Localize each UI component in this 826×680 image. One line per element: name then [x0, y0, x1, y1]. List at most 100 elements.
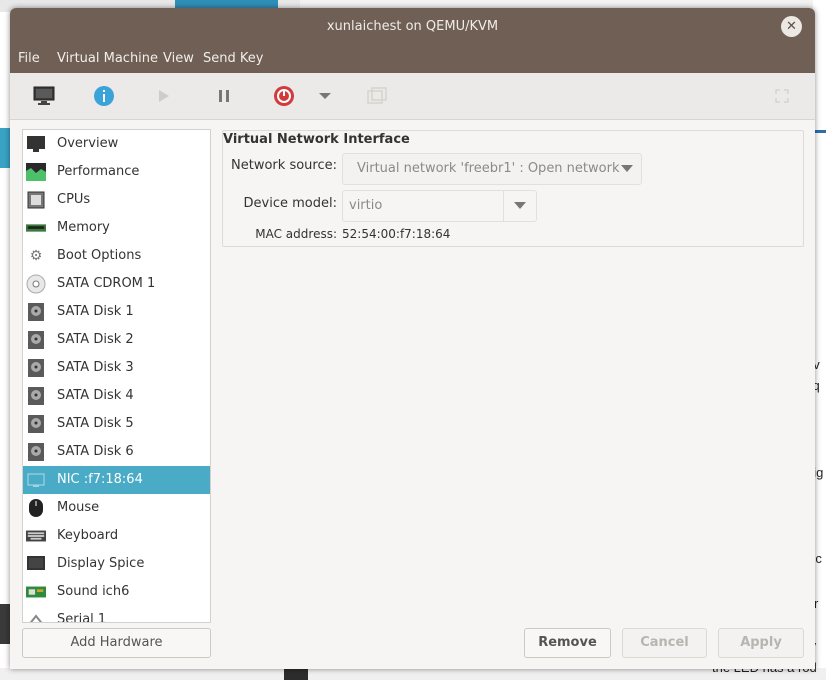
device-model-value: virtio	[349, 198, 383, 213]
chart-icon	[26, 162, 46, 182]
sidebar-item-label: SATA Disk 1	[57, 304, 134, 319]
monitor-icon	[26, 134, 46, 154]
device-model-combo[interactable]: virtio	[342, 190, 537, 222]
cancel-button[interactable]: Cancel	[622, 628, 707, 658]
sidebar-item-sata-cdrom-1[interactable]: SATA CDROM 1	[23, 270, 210, 298]
nic-details-panel: Virtual Network Interface Network source…	[222, 130, 804, 247]
sidebar-item-label: Display Spice	[57, 556, 145, 571]
sidebar-item-label: Memory	[57, 220, 110, 235]
sidebar-item-label: Keyboard	[57, 528, 119, 543]
panel-title: Virtual Network Interface	[223, 132, 410, 147]
run-button[interactable]	[149, 82, 179, 110]
shutdown-menu-button[interactable]	[315, 82, 335, 110]
sidebar-item-label: SATA Disk 4	[57, 388, 134, 403]
sidebar-item-label: Boot Options	[57, 248, 142, 263]
cdrom-icon	[26, 274, 46, 294]
gear-icon: ⚙	[29, 248, 43, 264]
network-source-value: Virtual network 'freebr1' : Open network	[357, 161, 620, 176]
keyboard-icon	[26, 526, 46, 546]
sidebar-item-memory[interactable]: Memory	[23, 214, 210, 242]
network-source-select[interactable]: Virtual network 'freebr1' : Open network	[342, 153, 642, 185]
toolbar	[10, 73, 815, 120]
console-button[interactable]	[29, 82, 59, 110]
mac-address-value: 52:54:00:f7:18:64	[342, 227, 451, 241]
disk-icon	[26, 358, 46, 378]
info-icon	[94, 86, 114, 106]
menu-virtual-machine[interactable]: Virtual Machine	[57, 51, 158, 66]
sidebar-item-label: Sound ich6	[57, 584, 130, 599]
screenshot-button[interactable]	[362, 82, 392, 110]
sidebar-item-display-spice[interactable]: Display Spice	[23, 550, 210, 578]
display-icon	[26, 554, 46, 574]
sidebar-item-sound-ich6[interactable]: Sound ich6	[23, 578, 210, 606]
sidebar-item-performance[interactable]: Performance	[23, 158, 210, 186]
sidebar-item-label: Performance	[57, 164, 140, 179]
sidebar-item-label: SATA Disk 3	[57, 360, 134, 375]
disk-icon	[26, 302, 46, 322]
close-button[interactable]: ✕	[781, 16, 802, 37]
titlebar[interactable]: xunlaichest on QEMU/KVM ✕	[10, 8, 815, 45]
chevron-down-icon	[514, 202, 526, 209]
details-button[interactable]	[89, 82, 119, 110]
disk-icon	[26, 414, 46, 434]
power-icon	[274, 86, 294, 106]
fullscreen-icon	[775, 89, 789, 103]
sidebar-item-sata-disk-5[interactable]: SATA Disk 5	[23, 410, 210, 438]
remove-button[interactable]: Remove	[524, 628, 611, 658]
menubar: File Virtual Machine View Send Key	[10, 45, 815, 73]
chevron-down-icon	[319, 93, 331, 99]
background-bottom-dark	[284, 668, 308, 680]
sidebar-item-cpus[interactable]: CPUs	[23, 186, 210, 214]
sidebar-item-label: Mouse	[57, 500, 100, 515]
screenshot-icon	[367, 87, 387, 104]
mac-address-label: MAC address:	[255, 227, 337, 241]
sidebar-item-sata-disk-1[interactable]: SATA Disk 1	[23, 298, 210, 326]
menu-send-key[interactable]: Send Key	[203, 51, 263, 66]
network-source-label: Network source:	[231, 158, 337, 173]
window-title: xunlaichest on QEMU/KVM	[326, 19, 499, 34]
sidebar-item-sata-disk-4[interactable]: SATA Disk 4	[23, 382, 210, 410]
disk-icon	[26, 330, 46, 350]
sidebar-item-mouse[interactable]: Mouse	[23, 494, 210, 522]
monitor-icon	[33, 86, 55, 105]
disk-icon	[26, 442, 46, 462]
menu-file[interactable]: File	[18, 51, 40, 66]
pause-icon	[219, 90, 229, 102]
menu-view[interactable]: View	[163, 51, 194, 66]
memory-icon	[26, 218, 46, 238]
play-icon	[159, 90, 169, 102]
sidebar-item-label: SATA Disk 2	[57, 332, 134, 347]
sidebar-item-label: Overview	[57, 136, 119, 151]
pause-button[interactable]	[209, 82, 239, 110]
close-icon: ✕	[786, 19, 797, 34]
mouse-icon	[26, 498, 46, 518]
add-hardware-button[interactable]: Add Hardware	[22, 628, 211, 658]
device-model-label: Device model:	[243, 196, 337, 211]
shutdown-button[interactable]	[269, 82, 299, 110]
combo-separator	[503, 191, 504, 221]
sound-icon	[26, 582, 46, 602]
sidebar-item-label: Serial 1	[57, 612, 107, 623]
sidebar-item-overview[interactable]: Overview	[23, 130, 210, 158]
fullscreen-button[interactable]	[767, 82, 797, 110]
sidebar-item-nic[interactable]: NIC :f7:18:64	[23, 466, 210, 494]
disk-icon	[26, 386, 46, 406]
sidebar-item-label: CPUs	[57, 192, 91, 207]
sidebar-item-serial-1[interactable]: Serial 1	[23, 606, 210, 623]
apply-button[interactable]: Apply	[718, 628, 804, 658]
sidebar-item-sata-disk-6[interactable]: SATA Disk 6	[23, 438, 210, 466]
sidebar-item-sata-disk-3[interactable]: SATA Disk 3	[23, 354, 210, 382]
sidebar-item-label: SATA Disk 5	[57, 416, 134, 431]
chevron-down-icon	[621, 165, 633, 172]
sidebar-item-label: SATA Disk 6	[57, 444, 134, 459]
sidebar-item-label: NIC :f7:18:64	[57, 472, 143, 487]
serial-icon	[26, 610, 46, 622]
hardware-list: Overview Performance CPUs Memory ⚙ Boot …	[22, 129, 211, 623]
network-icon	[26, 470, 46, 490]
sidebar-item-keyboard[interactable]: Keyboard	[23, 522, 210, 550]
cpu-icon	[26, 190, 46, 210]
vm-window: xunlaichest on QEMU/KVM ✕ File Virtual M…	[10, 8, 815, 669]
background-bottom	[0, 668, 826, 680]
sidebar-item-boot-options[interactable]: ⚙ Boot Options	[23, 242, 210, 270]
sidebar-item-sata-disk-2[interactable]: SATA Disk 2	[23, 326, 210, 354]
